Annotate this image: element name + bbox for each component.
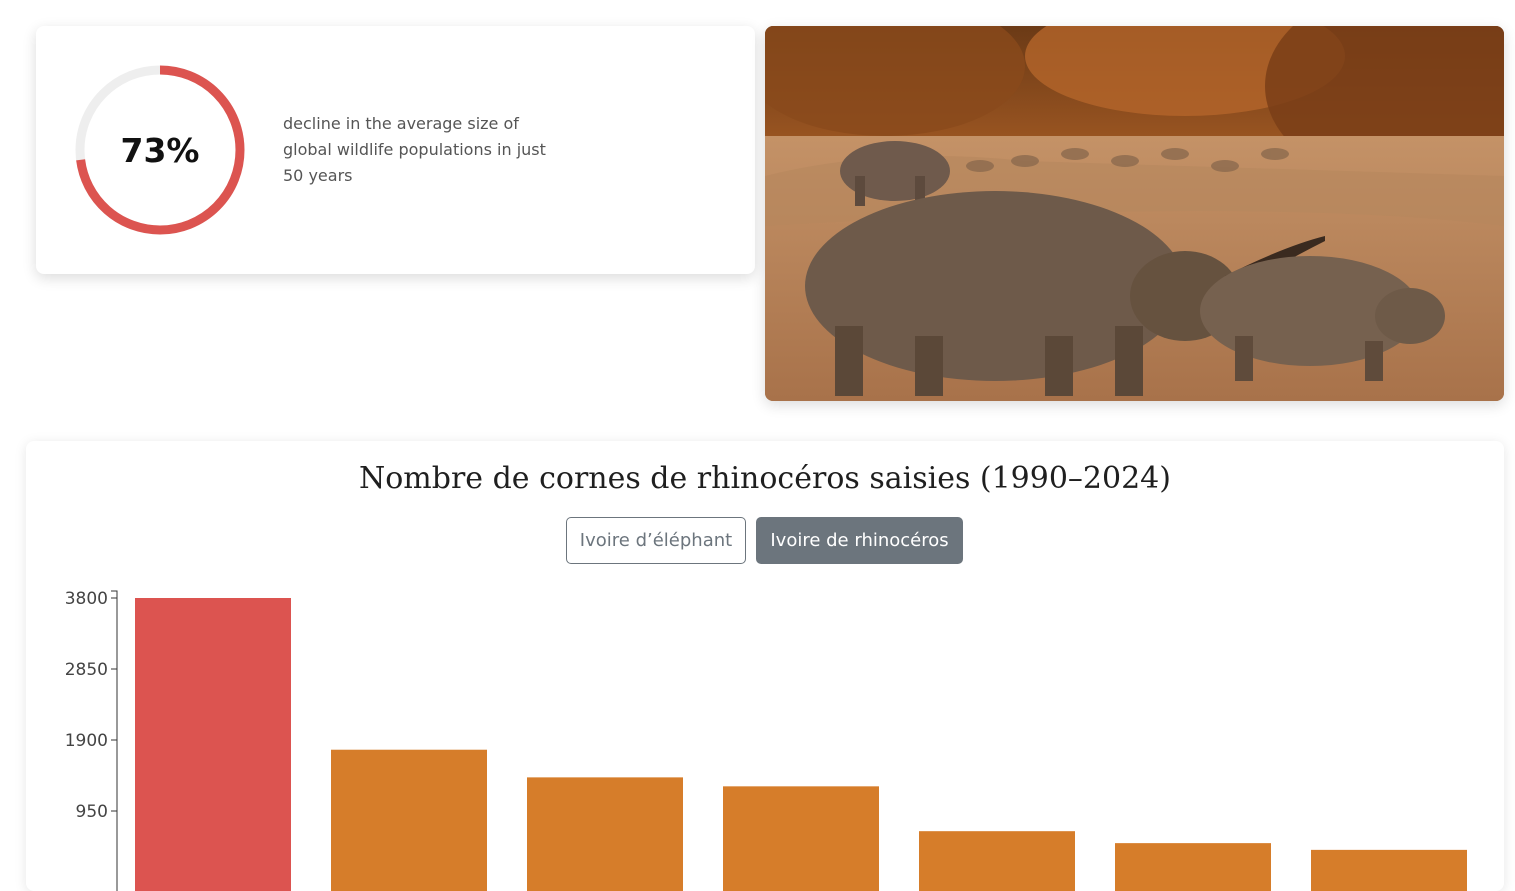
bar-6[interactable]	[1115, 843, 1271, 891]
stat-description: decline in the average size of global wi…	[283, 114, 546, 185]
y-tick-label: 950	[76, 802, 108, 822]
bar-3[interactable]	[527, 777, 683, 891]
y-tick-label: 1900	[65, 731, 108, 751]
chart-card: Nombre de cornes de rhinocéros saisies (…	[26, 441, 1504, 891]
y-tick-label: 2850	[65, 660, 108, 680]
bar-1[interactable]	[135, 598, 291, 891]
bar-chart: 3800 2850 1900 950	[65, 589, 1467, 891]
y-axis-line	[111, 590, 118, 891]
stat-card: 73% decline in the average size of globa…	[36, 26, 755, 274]
bar-7[interactable]	[1311, 849, 1467, 891]
rhinoceros-photo	[765, 26, 1504, 401]
bar-5[interactable]	[919, 831, 1075, 891]
bar-4[interactable]	[723, 786, 879, 891]
bar-2[interactable]	[331, 749, 487, 891]
y-tick-label: 3800	[65, 589, 108, 609]
stat-value: 73%	[120, 130, 200, 170]
